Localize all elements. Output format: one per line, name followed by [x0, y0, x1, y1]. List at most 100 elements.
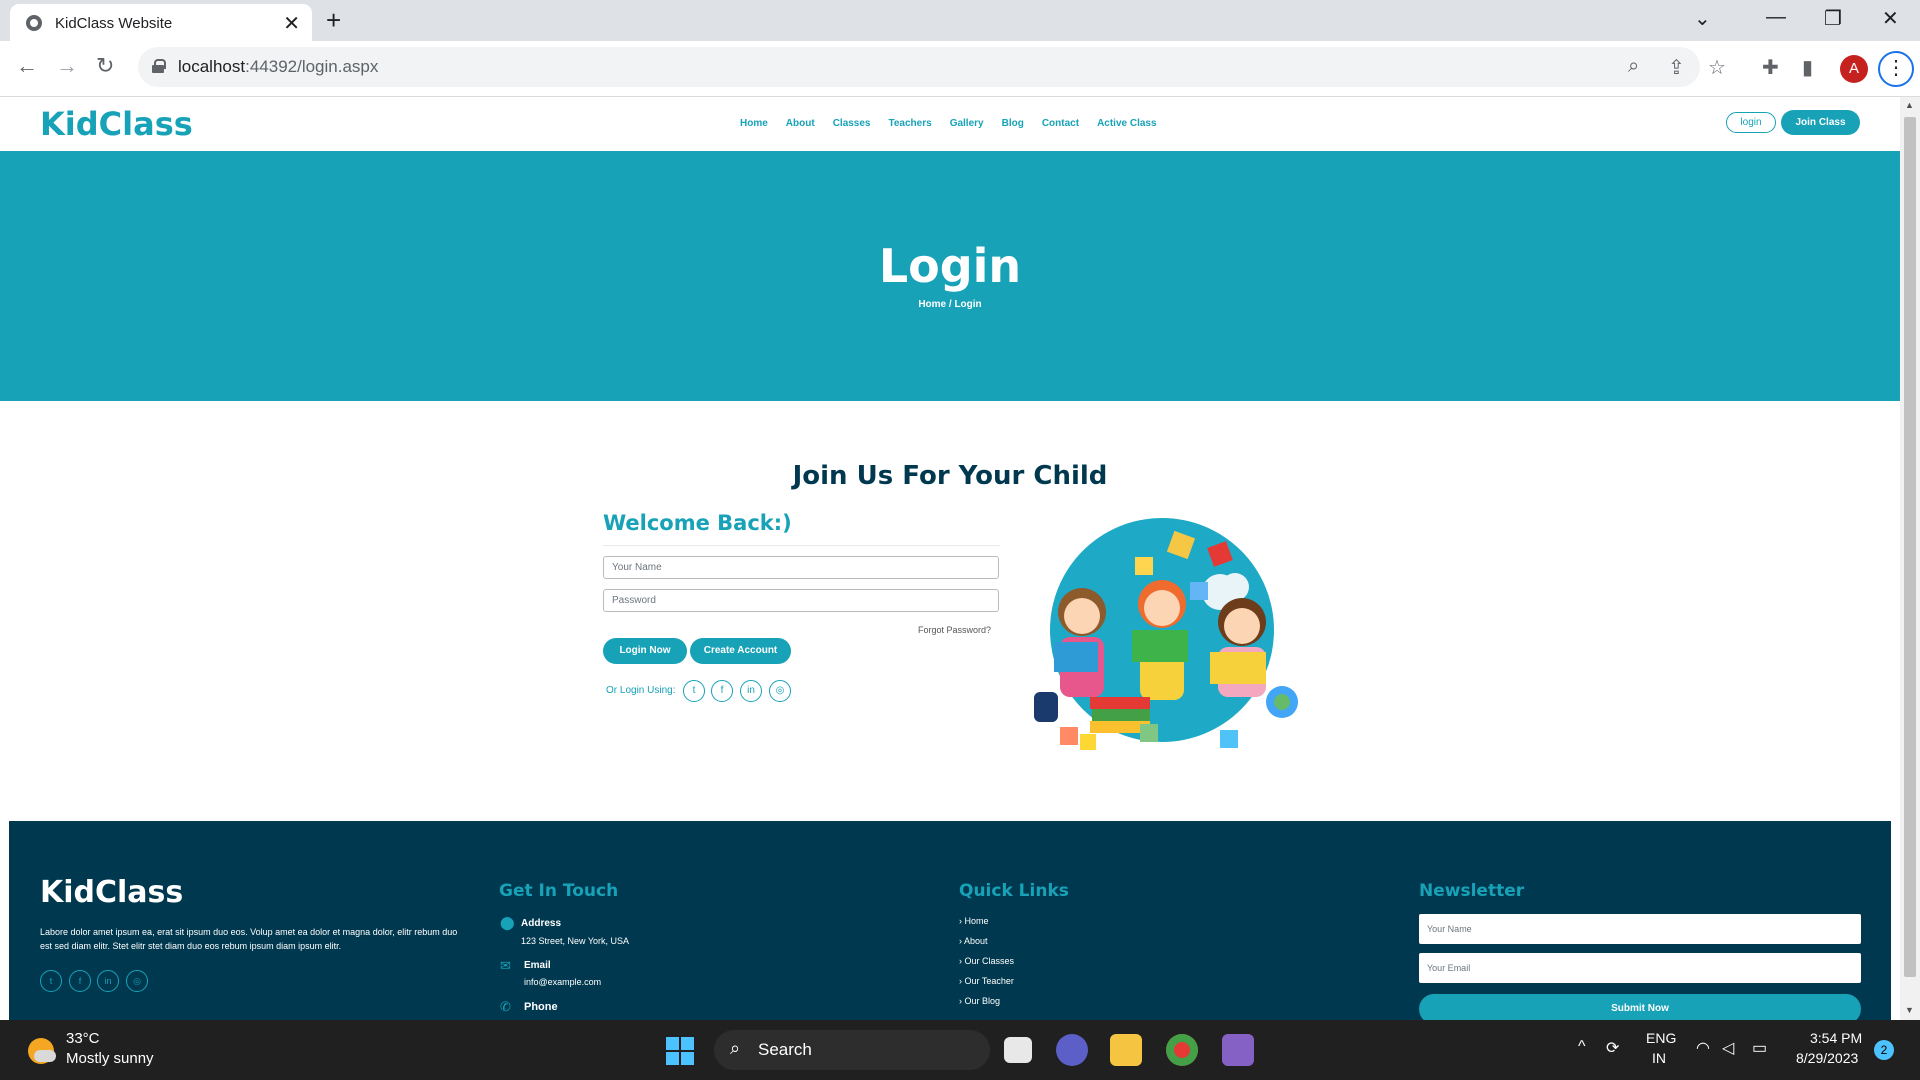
extensions-icon[interactable]: ✚ [1762, 55, 1779, 80]
instagram-icon[interactable]: ◎ [769, 680, 791, 702]
address-value: 123 Street, New York, USA [521, 936, 630, 946]
site-navbar: KidClass Home About Classes Teachers Gal… [0, 97, 1900, 151]
footer-twitter-icon[interactable]: t [40, 970, 62, 992]
close-window-button[interactable]: ✕ [1882, 6, 1899, 31]
quick-link-home[interactable]: › Home [959, 916, 989, 926]
weather-icon[interactable] [28, 1038, 56, 1064]
scroll-thumb[interactable] [1904, 117, 1916, 977]
restore-button[interactable]: ❐ [1824, 6, 1842, 31]
reload-button[interactable]: ↻ [96, 53, 114, 79]
teams-chat-icon[interactable] [1056, 1034, 1088, 1066]
breadcrumb-home[interactable]: Home [918, 299, 946, 310]
scroll-up-arrow[interactable]: ▲ [1905, 100, 1914, 110]
nav-active-class[interactable]: Active Class [1097, 118, 1156, 129]
quick-links-heading: Quick Links [959, 881, 1069, 901]
search-label: Search [758, 1040, 812, 1059]
clock-date[interactable]: 8/29/2023 [1796, 1050, 1858, 1066]
start-button[interactable] [666, 1037, 694, 1065]
nav-classes[interactable]: Classes [833, 118, 871, 129]
taskbar-search[interactable]: ⌕ Search [714, 1030, 990, 1070]
profile-avatar[interactable]: A [1840, 55, 1868, 83]
new-tab-button[interactable]: + [326, 5, 341, 36]
site-footer: KidClass Labore dolor amet ipsum ea, era… [9, 821, 1891, 1024]
notification-badge[interactable]: 2 [1874, 1040, 1894, 1060]
battery-icon[interactable]: ▭ [1752, 1038, 1767, 1058]
region[interactable]: IN [1652, 1050, 1666, 1066]
wifi-icon[interactable]: ◠ [1696, 1038, 1710, 1058]
join-class-button[interactable]: Join Class [1781, 110, 1860, 135]
phone-icon: ✆ [500, 999, 511, 1014]
contact-heading: Get In Touch [499, 881, 619, 901]
address-bar[interactable]: localhost:44392/login.aspx ⌕ ⇪ ☆ [138, 47, 1726, 87]
nav-home[interactable]: Home [740, 118, 768, 129]
nav-about[interactable]: About [786, 118, 815, 129]
footer-facebook-icon[interactable]: f [69, 970, 91, 992]
nav-gallery[interactable]: Gallery [950, 118, 984, 129]
newsletter-name-input[interactable]: Your Name [1419, 914, 1861, 944]
windows-taskbar: 33°C Mostly sunny ⌕ Search ^ ⟳ ENG IN ◠ … [0, 1020, 1920, 1080]
quick-link-about[interactable]: › About [959, 936, 988, 946]
footer-about-text: Labore dolor amet ipsum ea, erat sit ips… [40, 927, 458, 951]
phone-label: Phone [524, 1001, 558, 1013]
newsletter-email-input[interactable]: Your Email [1419, 953, 1861, 983]
breadcrumb: Home / Login [0, 299, 1900, 310]
footer-linkedin-icon[interactable]: in [97, 970, 119, 992]
task-view-icon[interactable] [1004, 1037, 1032, 1063]
welcome-heading: Welcome Back:) [603, 511, 792, 535]
bookmark-star-icon[interactable]: ☆ [1708, 55, 1726, 80]
search-icon: ⌕ [730, 1038, 741, 1058]
side-panel-icon[interactable]: ▮ [1802, 55, 1813, 80]
url-text[interactable]: localhost:44392/login.aspx [178, 57, 378, 77]
clock-time[interactable]: 3:54 PM [1810, 1030, 1862, 1046]
password-input[interactable]: Password [603, 589, 999, 612]
nav-blog[interactable]: Blog [1002, 118, 1024, 129]
map-pin-icon: ⬤ [500, 915, 515, 930]
or-login-label: Or Login Using: [606, 685, 676, 696]
share-icon[interactable]: ⇪ [1668, 55, 1685, 80]
login-button[interactable]: login [1726, 112, 1776, 133]
newsletter-heading: Newsletter [1419, 881, 1525, 901]
browser-tab-bar: KidClass Website ✕ + ⌄ — ❐ ✕ [0, 0, 1920, 41]
site-logo[interactable]: KidClass [40, 105, 193, 143]
nav-contact[interactable]: Contact [1042, 118, 1079, 129]
footer-instagram-icon[interactable]: ◎ [126, 970, 148, 992]
volume-icon[interactable]: ◁ [1722, 1038, 1734, 1058]
nav-teachers[interactable]: Teachers [889, 118, 932, 129]
minimize-button[interactable]: — [1766, 6, 1786, 29]
chrome-icon[interactable] [1166, 1034, 1198, 1066]
browser-tab[interactable]: KidClass Website ✕ [10, 4, 312, 41]
name-input[interactable]: Your Name [603, 556, 999, 579]
scroll-down-arrow[interactable]: ▼ [1905, 1005, 1914, 1015]
divider [603, 545, 1000, 546]
tab-search-icon[interactable]: ⌄ [1694, 6, 1711, 31]
forgot-password-link[interactable]: Forgot Password? [918, 625, 991, 635]
file-explorer-icon[interactable] [1110, 1034, 1142, 1066]
quick-link-blog[interactable]: › Our Blog [959, 996, 1000, 1006]
linkedin-icon[interactable]: in [740, 680, 762, 702]
twitter-icon[interactable]: t [683, 680, 705, 702]
browser-menu-button[interactable]: ⋮ [1878, 51, 1914, 87]
quick-link-classes[interactable]: › Our Classes [959, 956, 1014, 966]
page-scrollbar[interactable]: ▲ ▼ [1900, 97, 1920, 1020]
breadcrumb-current: Login [954, 299, 982, 310]
login-now-button[interactable]: Login Now [603, 638, 687, 664]
weather-status[interactable]: Mostly sunny [66, 1050, 154, 1067]
zoom-icon[interactable]: ⌕ [1628, 55, 1639, 78]
browser-toolbar: ← → ↻ localhost:44392/login.aspx ⌕ ⇪ ☆ ✚… [0, 41, 1920, 97]
email-label: Email [524, 960, 551, 971]
visual-studio-icon[interactable] [1222, 1034, 1254, 1066]
show-hidden-icons[interactable]: ^ [1578, 1038, 1586, 1056]
back-button[interactable]: ← [16, 53, 38, 79]
language[interactable]: ENG [1646, 1030, 1676, 1046]
email-icon: ✉ [500, 958, 511, 973]
forward-button[interactable]: → [56, 53, 78, 79]
section-title: Join Us For Your Child [792, 461, 1108, 491]
create-account-button[interactable]: Create Account [690, 638, 791, 664]
temperature[interactable]: 33°C [66, 1030, 100, 1047]
tab-title: KidClass Website [55, 15, 173, 32]
sync-icon[interactable]: ⟳ [1606, 1038, 1619, 1058]
close-tab-icon[interactable]: ✕ [283, 11, 300, 36]
quick-link-teacher[interactable]: › Our Teacher [959, 976, 1014, 986]
email-value[interactable]: info@example.com [524, 977, 601, 987]
facebook-icon[interactable]: f [711, 680, 733, 702]
